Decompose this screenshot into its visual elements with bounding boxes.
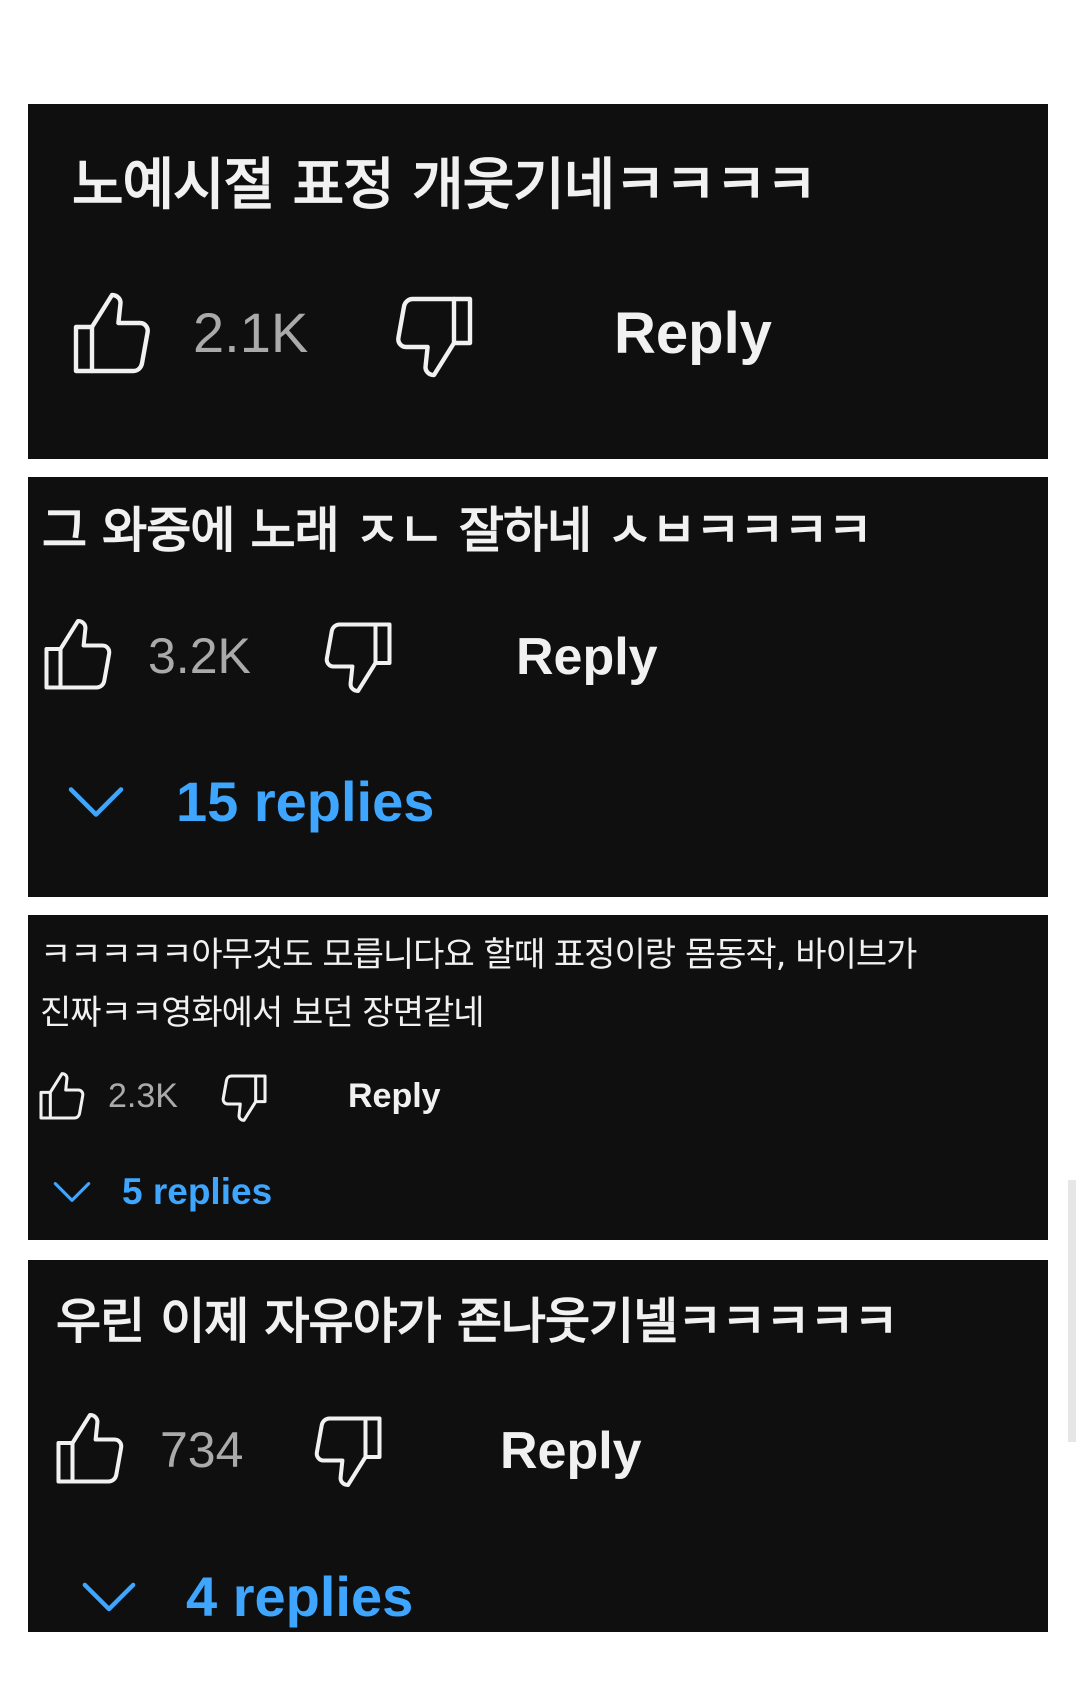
like-button[interactable] (64, 287, 160, 383)
view-replies-button[interactable]: 15 replies (66, 769, 434, 834)
like-button[interactable] (48, 1408, 132, 1492)
dislike-button[interactable] (316, 614, 400, 698)
comment-card-1: 노예시절 표정 개웃기네ㅋㅋㅋㅋ 2.1K Reply (28, 104, 1048, 459)
like-count: 2.3K (108, 1077, 178, 1115)
thumbs-up-icon (34, 1069, 90, 1125)
dislike-button[interactable] (216, 1069, 272, 1125)
reply-button[interactable]: Reply (614, 300, 772, 367)
view-replies-button[interactable]: 5 replies (52, 1171, 272, 1213)
thumbs-down-icon (216, 1069, 272, 1125)
comment-card-4: 우린 이제 자유야가 존나웃기넬ㅋㅋㅋㅋㅋ 734 Reply 4 replie… (28, 1260, 1048, 1632)
thumbs-down-icon (386, 287, 482, 383)
comment-card-2: 그 와중에 노래 ㅈㄴ 잘하네 ㅅㅂㅋㅋㅋㅋ 3.2K Reply 15 rep… (28, 477, 1048, 897)
thumbs-down-icon (316, 614, 400, 698)
thumbs-down-icon (306, 1408, 390, 1492)
like-count: 3.2K (148, 628, 251, 684)
reply-button[interactable]: Reply (500, 1421, 642, 1481)
reply-button[interactable]: Reply (348, 1077, 441, 1116)
comment-text-line-1: ㅋㅋㅋㅋㅋ아무것도 모릅니다요 할때 표정이랑 몸동작, 바이브가 (40, 935, 917, 975)
like-count: 734 (160, 1422, 244, 1478)
view-replies-button[interactable]: 4 replies (80, 1564, 413, 1629)
scrollbar[interactable] (1068, 1180, 1076, 1442)
replies-count-label[interactable]: 5 replies (122, 1171, 272, 1213)
reply-button[interactable]: Reply (516, 627, 658, 687)
chevron-down-icon (80, 1577, 138, 1617)
like-count: 2.1K (193, 301, 309, 364)
comment-text: 우린 이제 자유야가 존나웃기넬ㅋㅋㅋㅋㅋ (56, 1293, 899, 1350)
chevron-down-icon (66, 782, 126, 822)
comment-text-line-2: 진짜ㅋㅋ영화에서 보던 장면같네 (40, 993, 485, 1033)
dislike-button[interactable] (306, 1408, 390, 1492)
dislike-button[interactable] (386, 287, 482, 383)
comment-text: 그 와중에 노래 ㅈㄴ 잘하네 ㅅㅂㅋㅋㅋㅋ (42, 502, 873, 559)
thumbs-up-icon (64, 287, 160, 383)
thumbs-up-icon (36, 614, 120, 698)
comment-card-3: ㅋㅋㅋㅋㅋ아무것도 모릅니다요 할때 표정이랑 몸동작, 바이브가 진짜ㅋㅋ영화… (28, 915, 1048, 1240)
like-button[interactable] (34, 1069, 90, 1125)
thumbs-up-icon (48, 1408, 132, 1492)
replies-count-label[interactable]: 15 replies (176, 769, 434, 834)
comment-text: 노예시절 표정 개웃기네ㅋㅋㅋㅋ (72, 153, 817, 218)
like-button[interactable] (36, 614, 120, 698)
chevron-down-icon (52, 1178, 92, 1206)
replies-count-label[interactable]: 4 replies (186, 1564, 413, 1629)
